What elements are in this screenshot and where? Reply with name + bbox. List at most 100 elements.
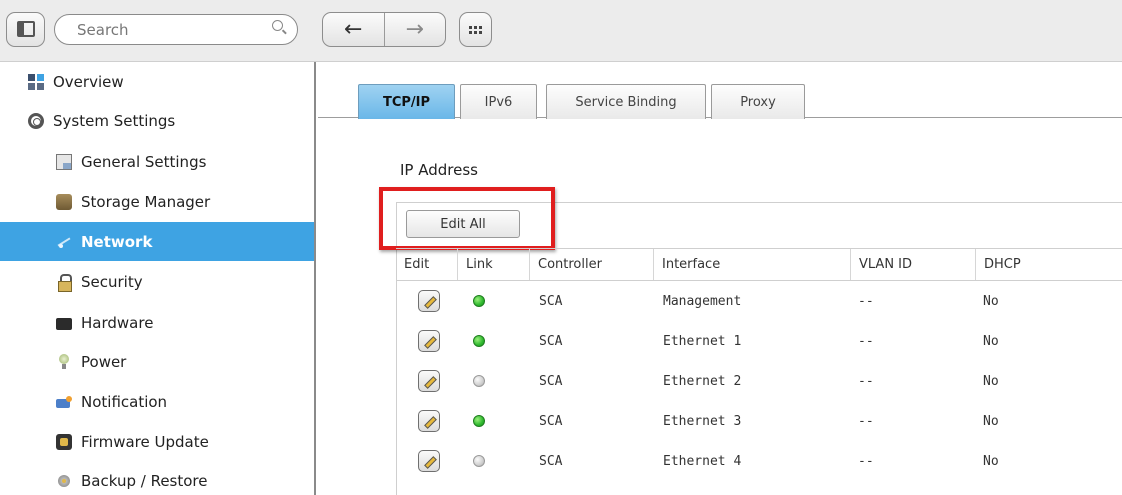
vlan-cell: --	[858, 413, 874, 429]
vlan-cell: --	[858, 293, 874, 309]
link-status-icon	[473, 415, 485, 427]
sidebar-item-system-settings[interactable]: System Settings	[0, 101, 314, 140]
hardware-icon	[56, 317, 72, 330]
edit-pencil-icon[interactable]	[417, 330, 440, 352]
interface-cell: Ethernet 2	[663, 373, 742, 389]
tab-label: Service Binding	[575, 94, 677, 110]
grid-dots-icon	[469, 25, 482, 34]
link-status-icon	[473, 295, 485, 307]
vlan-cell: --	[858, 453, 874, 469]
lightbulb-icon	[56, 353, 72, 370]
edit-all-button[interactable]: Edit All	[406, 210, 520, 238]
top-toolbar: ← →	[0, 0, 1122, 62]
edit-cell	[396, 401, 457, 441]
tab-proxy[interactable]: Proxy	[711, 84, 805, 119]
column-header-edit[interactable]: Edit	[396, 249, 457, 280]
search-box[interactable]	[54, 14, 298, 45]
network-icon	[56, 234, 72, 250]
backup-icon	[56, 473, 72, 489]
column-header-vlan-id[interactable]: VLAN ID	[850, 249, 975, 280]
search-input[interactable]	[77, 20, 257, 40]
gear-icon	[28, 112, 44, 129]
forward-button[interactable]: →	[383, 13, 446, 46]
table-row[interactable]: SCA Ethernet 3 -- No	[396, 401, 1122, 441]
sidebar-item-label: Notification	[81, 392, 168, 411]
section-title: IP Address	[400, 161, 478, 179]
edit-pencil-icon[interactable]	[417, 290, 440, 312]
sidebar-toggle-button[interactable]	[6, 12, 45, 47]
sidebar-item-label: Hardware	[81, 313, 154, 332]
tab-label: TCP/IP	[382, 94, 431, 110]
vlan-cell: --	[858, 333, 874, 349]
general-settings-icon	[56, 153, 72, 170]
edit-cell	[396, 361, 457, 401]
link-status-icon	[473, 455, 485, 467]
edit-cell	[396, 441, 457, 481]
sidebar-item-notification[interactable]: Notification	[0, 382, 314, 421]
arrow-right-icon: →	[405, 17, 424, 42]
sidebar-item-security[interactable]: Security	[0, 262, 314, 301]
tab-label: Proxy	[740, 94, 776, 110]
dhcp-cell: No	[983, 453, 999, 469]
sidebar-item-general-settings[interactable]: General Settings	[0, 142, 314, 181]
edit-cell	[396, 321, 457, 361]
sidebar-item-label: Storage Manager	[81, 192, 211, 211]
sidebar-item-firmware-update[interactable]: Firmware Update	[0, 422, 314, 461]
back-button[interactable]: ←	[323, 13, 384, 46]
arrow-left-icon: ←	[344, 17, 363, 42]
tab-tcpip[interactable]: TCP/IP	[358, 84, 455, 119]
vlan-cell: --	[858, 373, 874, 389]
sidebar-item-hardware[interactable]: Hardware	[0, 303, 314, 342]
column-header-link[interactable]: Link	[457, 249, 529, 280]
sidebar-item-power[interactable]: Power	[0, 342, 314, 381]
edit-pencil-icon[interactable]	[417, 450, 440, 472]
table-header: Edit Link Controller Interface VLAN ID D…	[396, 248, 1122, 281]
link-cell	[457, 441, 523, 481]
tab-service-binding[interactable]: Service Binding	[546, 84, 706, 119]
edit-cell	[396, 281, 457, 321]
sidebar-item-storage-manager[interactable]: Storage Manager	[0, 182, 314, 221]
apps-menu-button[interactable]	[459, 12, 492, 47]
edit-pencil-icon[interactable]	[417, 370, 440, 392]
sidebar-item-network[interactable]: Network	[0, 222, 314, 261]
column-header-controller[interactable]: Controller	[529, 249, 653, 280]
column-header-interface[interactable]: Interface	[653, 249, 850, 280]
link-cell	[457, 321, 523, 361]
interface-cell: Management	[663, 293, 742, 309]
link-cell	[457, 281, 523, 321]
sidebar-item-label: General Settings	[81, 152, 207, 171]
dhcp-cell: No	[983, 373, 999, 389]
edit-pencil-icon[interactable]	[417, 410, 440, 432]
sidebar: Overview System Settings General Setting…	[0, 62, 316, 495]
link-cell	[457, 361, 523, 401]
sidebar-item-label: Backup / Restore	[81, 471, 208, 490]
table-row[interactable]: SCA Ethernet 1 -- No	[396, 321, 1122, 361]
dhcp-cell: No	[983, 413, 999, 429]
sidebar-item-label: Firmware Update	[81, 432, 209, 451]
table-row[interactable]: SCA Management -- No	[396, 281, 1122, 321]
link-cell	[457, 401, 523, 441]
controller-cell: SCA	[539, 413, 563, 429]
link-status-icon	[473, 375, 485, 387]
notification-icon	[56, 394, 72, 410]
sidebar-item-label: Overview	[53, 72, 124, 91]
table-row[interactable]: SCA Ethernet 2 -- No	[396, 361, 1122, 401]
column-header-dhcp[interactable]: DHCP	[975, 249, 1122, 280]
interface-cell: Ethernet 4	[663, 453, 742, 469]
interface-cell: Ethernet 1	[663, 333, 742, 349]
main-panel: TCP/IP IPv6 Service Binding Proxy IP Add…	[318, 62, 1122, 495]
interface-cell: Ethernet 3	[663, 413, 742, 429]
dhcp-cell: No	[983, 333, 999, 349]
search-icon[interactable]	[272, 20, 283, 31]
tab-ipv6[interactable]: IPv6	[460, 84, 537, 119]
sidebar-item-overview[interactable]: Overview	[0, 62, 314, 101]
sidebar-item-label: Power	[81, 352, 127, 371]
controller-cell: SCA	[539, 333, 563, 349]
sidebar-item-backup-restore[interactable]: Backup / Restore	[0, 461, 314, 495]
tab-label: IPv6	[484, 94, 513, 110]
table-row[interactable]: SCA Ethernet 4 -- No	[396, 441, 1122, 481]
sidebar-item-label: Network	[81, 232, 153, 251]
controller-cell: SCA	[539, 293, 563, 309]
history-nav: ← →	[322, 12, 446, 47]
sidebar-item-label: System Settings	[53, 111, 176, 130]
